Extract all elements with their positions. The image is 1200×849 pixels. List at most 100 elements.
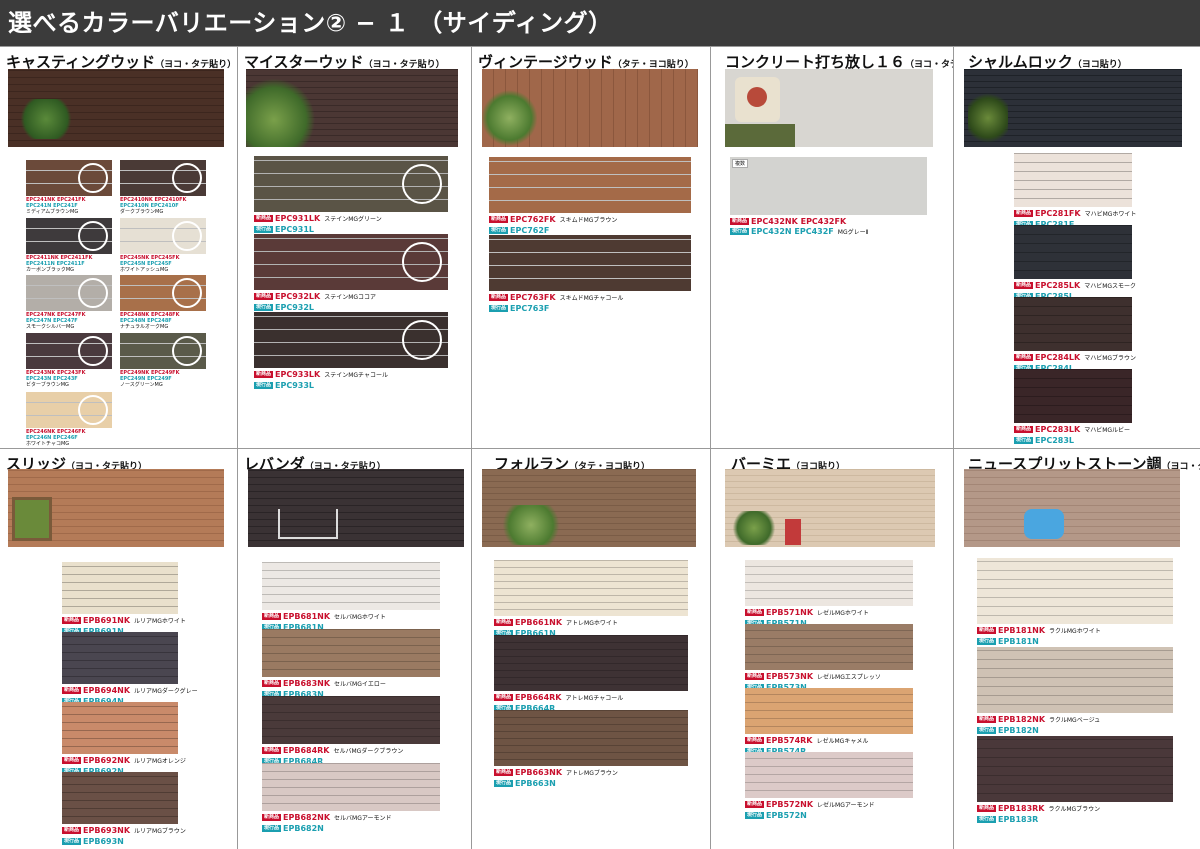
panel-concrete: コンクリート打ち放し１６（ヨコ・タテ貼り） <box>711 47 953 448</box>
current-badge: 現行品 <box>62 838 82 845</box>
color-swatch[interactable] <box>489 157 691 213</box>
detail-circle <box>78 395 108 425</box>
hero-photo <box>964 469 1180 547</box>
multi-badge: 複数 <box>732 159 749 168</box>
old-code-line: 現行品 EPB181N <box>977 637 1101 647</box>
color-swatch[interactable] <box>745 752 913 798</box>
color-swatch[interactable] <box>494 560 688 616</box>
new-code-line: 新商品 EPC283LK マハビMGルビー <box>1014 425 1130 436</box>
color-swatch[interactable] <box>1014 297 1132 351</box>
hero-photo <box>8 69 224 147</box>
color-swatch[interactable] <box>977 558 1173 624</box>
current-badge: 現行品 <box>977 638 997 645</box>
new-product-code: EPB572NK <box>766 800 814 809</box>
product-code-label: 新商品 EPB663NK アトレMGブラウン 現行品 EPB663N <box>494 768 618 789</box>
color-swatch[interactable] <box>120 218 206 254</box>
product-code-label: 新商品 EPB682NK セルバMGアーモンド 現行品 EPB682N <box>262 813 392 834</box>
color-swatch[interactable] <box>26 275 112 311</box>
product-code-label: EPC243NK EPC243FK EPC243N EPC243F ビターブラウンM… <box>26 370 85 388</box>
detail-circle <box>172 163 202 193</box>
old-code-line: 現行品 EPC283L <box>1014 436 1130 446</box>
old-code-line: 現行品 EPB663N <box>494 779 618 789</box>
color-swatch[interactable] <box>489 235 691 291</box>
color-swatch[interactable] <box>262 696 440 744</box>
color-name: ステインMGグリーン <box>324 216 382 223</box>
current-product-code: EPC763F <box>510 304 550 313</box>
color-swatch[interactable] <box>494 635 688 691</box>
current-badge: 現行品 <box>745 812 765 819</box>
color-swatch[interactable] <box>62 772 178 824</box>
color-swatch[interactable] <box>1014 153 1132 207</box>
color-swatch[interactable] <box>494 710 688 766</box>
color-name: レゼルMGエスプレッソ <box>817 674 881 681</box>
new-product-code: EPB694NK <box>83 686 131 695</box>
current-product-code: EPC283L <box>1035 436 1075 445</box>
new-product-code: EPB692NK <box>83 756 131 765</box>
new-badge: 新商品 <box>254 371 274 378</box>
color-name: アトレMGチャコール <box>565 695 624 702</box>
new-badge: 新商品 <box>254 293 274 300</box>
product-code-label: 新商品 EPC763FK スキムドMGチャコール 現行品 EPC763F <box>489 293 623 314</box>
color-swatch[interactable] <box>254 156 448 212</box>
old-code-line: 現行品 EPB693N <box>62 837 186 847</box>
new-badge: 新商品 <box>745 801 765 808</box>
color-swatch[interactable] <box>26 160 112 196</box>
new-badge: 新商品 <box>745 609 765 616</box>
new-badge: 新商品 <box>62 827 82 834</box>
color-swatch[interactable] <box>26 333 112 369</box>
product-code-label: 新商品 EPC931LK ステインMGグリーン 現行品 EPC931L <box>254 214 382 235</box>
color-swatch[interactable] <box>745 560 913 606</box>
color-swatch[interactable] <box>62 562 178 614</box>
product-code-label: EPC246NK EPC246FK EPC246N EPC246F ホワイトチャコM… <box>26 429 85 447</box>
name-line: ホワイトチャコMG <box>26 441 85 447</box>
new-code-line: 新商品 EPB181NK ラクルMGホワイト <box>977 626 1101 637</box>
product-code-label: 新商品 EPB183RK ラクルMGブラウン 現行品 EPB183R <box>977 804 1100 825</box>
color-swatch[interactable] <box>745 624 913 670</box>
color-swatch[interactable] <box>62 632 178 684</box>
current-badge: 現行品 <box>977 727 997 734</box>
product-code-label: EPC241NK EPC241FK EPC241N EPC241F ミディアムブラウ… <box>26 197 85 215</box>
color-swatch[interactable] <box>62 702 178 754</box>
current-badge: 現行品 <box>977 816 997 823</box>
new-badge: 新商品 <box>745 673 765 680</box>
new-code-line: 新商品 EPB573NK レゼルMGエスプレッソ <box>745 672 881 683</box>
new-badge: 新商品 <box>62 617 82 624</box>
new-product-code: EPB663NK <box>515 768 563 777</box>
color-swatch[interactable] <box>120 333 206 369</box>
color-swatch[interactable] <box>262 629 440 677</box>
color-swatch[interactable] <box>977 647 1173 713</box>
new-code-line: 新商品 EPC284LK マハビMGブラウン <box>1014 353 1136 364</box>
color-swatch[interactable] <box>120 160 206 196</box>
new-product-code: EPB573NK <box>766 672 814 681</box>
name-line: ミディアムブラウンMG <box>26 209 85 215</box>
color-swatch[interactable] <box>120 275 206 311</box>
color-swatch[interactable] <box>977 736 1173 802</box>
new-product-code: EPC763FK <box>510 293 556 302</box>
color-swatch[interactable] <box>26 392 112 428</box>
product-code-label: 新商品 EPB693NK ルリアMGブラウン 現行品 EPB693N <box>62 826 186 847</box>
product-code-label: 新商品 EPB181NK ラクルMGホワイト 現行品 EPB181N <box>977 626 1101 647</box>
color-swatch[interactable] <box>1014 225 1132 279</box>
name-line: カーボンブラックMG <box>26 267 92 273</box>
color-swatch[interactable] <box>262 763 440 811</box>
color-swatch[interactable] <box>26 218 112 254</box>
color-name: アトレMGブラウン <box>566 770 618 777</box>
color-swatch[interactable] <box>1014 369 1132 423</box>
new-code-line: 新商品 EPB183RK ラクルMGブラウン <box>977 804 1100 815</box>
new-product-code: EPB181NK <box>998 626 1046 635</box>
color-name: ホワイトアッシュMG <box>120 267 169 273</box>
color-name: マハビMGホワイト <box>1084 211 1137 218</box>
new-badge: 新商品 <box>1014 210 1034 217</box>
color-name: ダークブラウンMG <box>120 209 164 215</box>
color-swatch[interactable] <box>254 312 448 368</box>
detail-circle <box>172 336 202 366</box>
page-title: 選べるカラーバリエーション② − １ （サイディング） <box>8 9 613 37</box>
color-swatch[interactable] <box>745 688 913 734</box>
color-swatch[interactable] <box>254 234 448 290</box>
current-product-code: EPC931L <box>275 225 315 234</box>
color-swatch[interactable] <box>262 562 440 610</box>
current-product-code: EPC933L <box>275 381 315 390</box>
new-code-line: 新商品 EPC762FK スキムドMGブラウン <box>489 215 617 226</box>
new-code-line: 新商品 EPC932LK ステインMGココア <box>254 292 376 303</box>
color-swatch[interactable]: 複数 <box>730 157 927 215</box>
